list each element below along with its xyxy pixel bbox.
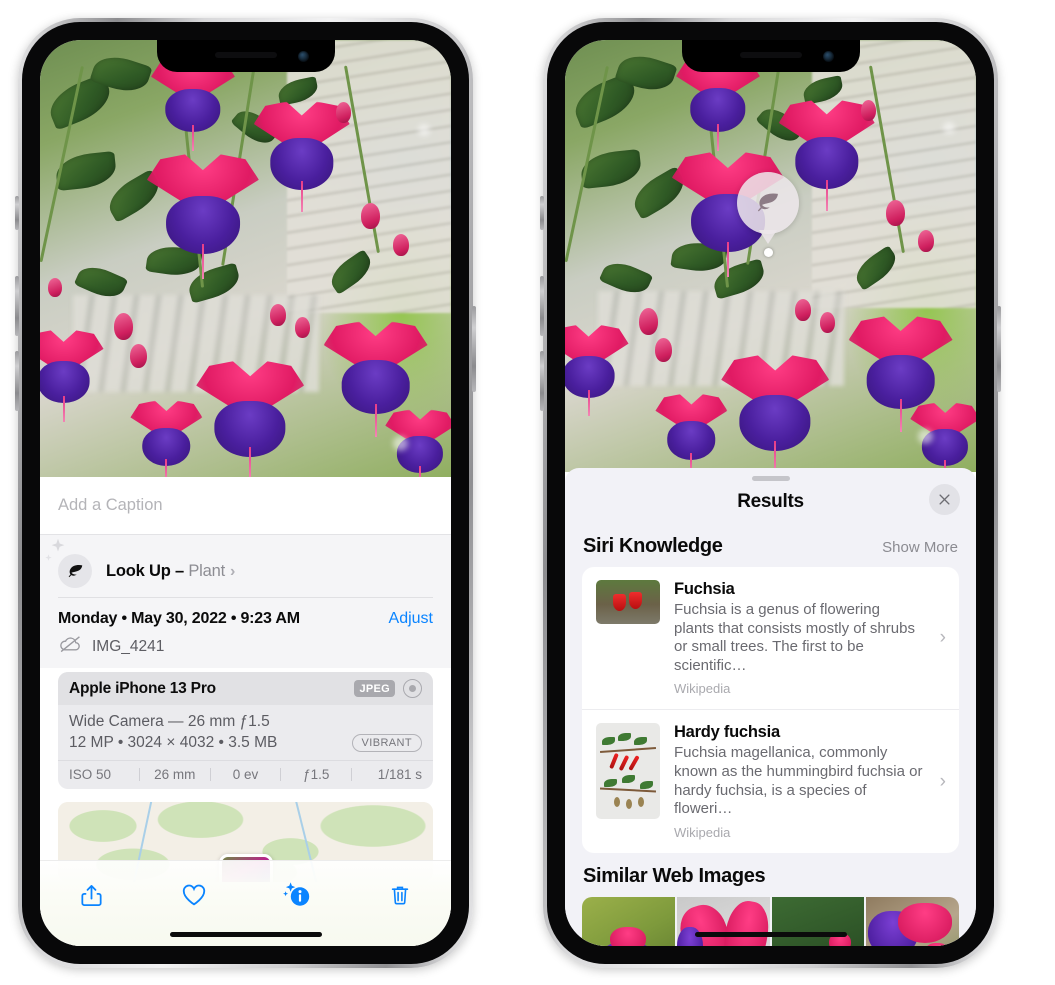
power-button[interactable] [472, 306, 476, 392]
share-button[interactable] [64, 873, 118, 917]
size-line: 12 MP • 3024 × 4032 • 3.5 MB [69, 734, 278, 751]
results-sheet: Results Siri Knowledge Show More Fuchsia… [565, 468, 976, 946]
camera-metadata-card[interactable]: Apple iPhone 13 Pro JPEG Wide Camera — 2… [58, 672, 433, 789]
look-up-subject: Plant [188, 561, 225, 580]
list-item[interactable]: Hardy fuchsia Fuchsia magellanica, commo… [582, 709, 959, 852]
info-button[interactable] [270, 873, 324, 917]
exif-iso: ISO 50 [69, 767, 112, 782]
web-image-thumbnail[interactable] [582, 896, 675, 946]
look-up-text: Look Up – [106, 561, 189, 580]
raw-ring-icon [403, 679, 422, 698]
favorite-button[interactable] [167, 873, 221, 917]
home-indicator[interactable] [169, 932, 322, 937]
result-thumbnail [596, 580, 660, 624]
photo-info-panel: Add a Caption Look Up – Plant › Monday •… [40, 477, 451, 946]
chevron-right-icon: › [229, 562, 236, 580]
exif-exposure: 0 ev [232, 767, 259, 782]
result-title: Fuchsia [674, 580, 735, 598]
similar-web-images-strip[interactable] [582, 896, 959, 946]
exif-shutter: 1/181 s [377, 767, 422, 782]
exif-row: ISO 50 26 mm 0 ev ƒ1.5 1/181 s [58, 760, 433, 789]
left-screen: Add a Caption Look Up – Plant › Monday •… [40, 40, 451, 946]
photo-viewer[interactable] [40, 40, 451, 480]
result-source: Wikipedia [674, 681, 731, 697]
result-title: Hardy fuchsia [674, 723, 780, 742]
section-title: Siri Knowledge [583, 535, 723, 557]
home-indicator[interactable] [694, 932, 847, 937]
similar-web-images-header: Similar Web Images [565, 853, 976, 897]
volume-up-button[interactable] [540, 276, 544, 336]
metadata-body: Wide Camera — 26 mm ƒ1.5 12 MP • 3024 × … [58, 705, 433, 760]
result-description: Fuchsia is a genus of flowering plants t… [674, 601, 915, 674]
leaf-icon [58, 554, 92, 588]
cloud-slash-icon [58, 635, 83, 658]
web-image-thumbnail[interactable] [771, 896, 865, 946]
format-badge: JPEG [354, 680, 395, 697]
list-item[interactable]: Fuchsia Fuchsia is a genus of flowering … [582, 567, 959, 709]
siri-knowledge-card: Fuchsia Fuchsia is a genus of flowering … [582, 567, 959, 853]
chevron-right-icon: › [939, 627, 946, 649]
chevron-right-icon: › [939, 770, 946, 792]
result-description: Fuchsia magellanica, commonly known as t… [674, 744, 923, 818]
web-image-thumbnail[interactable] [676, 896, 770, 946]
left-phone: Add a Caption Look Up – Plant › Monday •… [15, 18, 476, 968]
metadata-header: Apple iPhone 13 Pro JPEG [58, 672, 433, 705]
results-title: Results [737, 491, 804, 512]
front-camera [822, 51, 834, 62]
result-thumbnail [596, 723, 660, 820]
earpiece-speaker [739, 52, 802, 58]
date-block: Monday • May 30, 2022 • 9:23 AM Adjust I… [40, 598, 451, 668]
result-source: Wikipedia [674, 824, 731, 840]
file-name: IMG_4241 [92, 637, 165, 655]
delete-button[interactable] [373, 873, 427, 917]
photo-viewer[interactable] [565, 40, 976, 472]
notch [681, 40, 860, 72]
exif-aperture: ƒ1.5 [303, 767, 330, 782]
show-more-button[interactable]: Show More [882, 539, 958, 556]
volume-up-button[interactable] [15, 276, 19, 336]
exif-focal: 26 mm [154, 767, 196, 782]
earpiece-speaker [214, 52, 277, 58]
look-up-row[interactable]: Look Up – Plant › [45, 538, 433, 597]
sparkle-small-icon [44, 550, 53, 561]
caption-row[interactable]: Add a Caption [40, 477, 451, 535]
section-title: Similar Web Images [583, 864, 766, 887]
results-header: Results [565, 481, 976, 523]
lens-line: Wide Camera — 26 mm ƒ1.5 [69, 713, 270, 730]
volume-down-button[interactable] [15, 351, 19, 411]
caption-placeholder: Add a Caption [58, 496, 163, 514]
notch [156, 40, 335, 72]
silent-switch[interactable] [15, 196, 19, 230]
silent-switch[interactable] [540, 196, 544, 230]
photographic-style-chip: VIBRANT [351, 734, 422, 752]
siri-knowledge-header: Siri Knowledge Show More [565, 523, 976, 567]
photo-datetime: Monday • May 30, 2022 • 9:23 AM [58, 610, 300, 627]
close-icon[interactable] [929, 484, 960, 515]
right-screen: Results Siri Knowledge Show More Fuchsia… [565, 40, 976, 946]
volume-down-button[interactable] [540, 351, 544, 411]
look-up-block: Look Up – Plant › [40, 535, 451, 598]
web-image-thumbnail[interactable] [866, 896, 959, 946]
power-button[interactable] [997, 306, 1001, 392]
camera-device: Apple iPhone 13 Pro [69, 679, 216, 697]
right-phone: Results Siri Knowledge Show More Fuchsia… [540, 18, 1001, 968]
front-camera [297, 51, 309, 62]
look-up-label: Look Up – Plant › [106, 562, 235, 581]
visual-lookup-anchor-dot [764, 248, 773, 257]
adjust-button[interactable]: Adjust [389, 610, 433, 628]
visual-lookup-badge[interactable] [737, 172, 799, 244]
screenshot-stage: Add a Caption Look Up – Plant › Monday •… [0, 0, 1055, 985]
